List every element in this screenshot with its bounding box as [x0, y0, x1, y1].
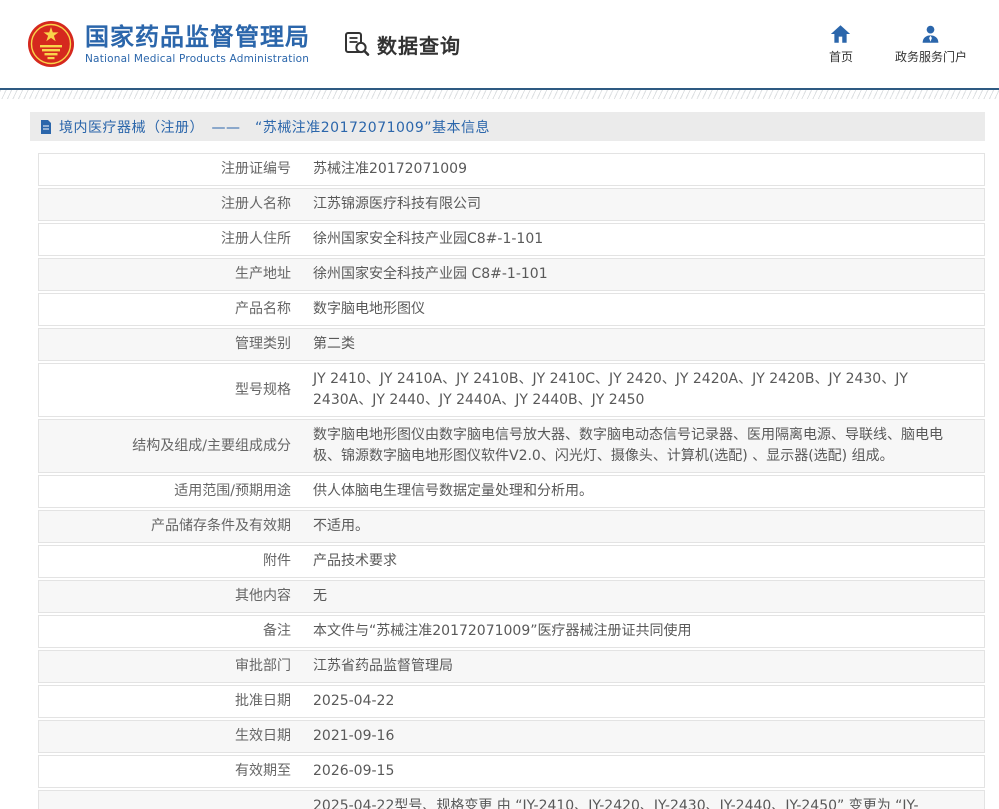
- row-label: 注册证编号: [221, 159, 291, 180]
- table-row: 生产地址 徐州国家安全科技产业园 C8#-1-101: [38, 258, 985, 291]
- row-label: 生效日期: [235, 726, 291, 747]
- row-value: 2026-09-15: [313, 763, 394, 779]
- document-search-icon: [344, 31, 370, 57]
- nav-label-home: 首页: [829, 48, 853, 65]
- org-name-zh: 国家药品监督管理局: [85, 23, 310, 51]
- row-label: 注册人住所: [221, 229, 291, 250]
- row-label: 有效期至: [235, 761, 291, 782]
- row-label: 附件: [263, 551, 291, 572]
- top-nav: 首页 政务服务门户: [817, 24, 967, 65]
- row-label: 生产地址: [235, 264, 291, 285]
- row-label: 适用范围/预期用途: [174, 481, 291, 502]
- row-value: 2025-04-22型号、规格变更 由 “JY-2410、JY-2420、JY-…: [313, 798, 966, 809]
- table-row: 产品名称 数字脑电地形图仪: [38, 293, 985, 326]
- row-value: 数字脑电地形图仪: [313, 301, 425, 317]
- row-label: 审批部门: [235, 656, 291, 677]
- table-row: 变更情况2025-04-22型号、规格变更 由 “JY-2410、JY-2420…: [38, 790, 985, 809]
- table-row: 管理类别 第二类: [38, 328, 985, 361]
- table-row: 注册人名称 江苏锦源医疗科技有限公司: [38, 188, 985, 221]
- row-value: 2021-09-16: [313, 728, 394, 744]
- national-emblem-icon: [28, 21, 74, 67]
- table-row: 备注 本文件与“苏械注准20172071009”医疗器械注册证共同使用: [38, 615, 985, 648]
- row-value: 2025-04-22: [313, 693, 394, 709]
- row-value: 供人体脑电生理信号数据定量处理和分析用。: [313, 483, 593, 499]
- table-row: 产品储存条件及有效期 不适用。: [38, 510, 985, 543]
- row-value: 不适用。: [313, 518, 369, 534]
- table-row: 批准日期 2025-04-22: [38, 685, 985, 718]
- table-row: 其他内容 无: [38, 580, 985, 613]
- nav-item-home[interactable]: 首页: [817, 24, 865, 65]
- user-icon: [920, 24, 941, 44]
- table-row: 有效期至 2026-09-15: [38, 755, 985, 788]
- nav-item-service-portal[interactable]: 政务服务门户: [895, 24, 967, 65]
- row-value: 本文件与“苏械注准20172071009”医疗器械注册证共同使用: [313, 623, 691, 639]
- info-table: 注册证编号苏械注准20172071009注册人名称江苏锦源医疗科技有限公司注册人…: [38, 153, 985, 809]
- row-value: 徐州国家安全科技产业园C8#-1-101: [313, 231, 543, 247]
- row-value: 苏械注准20172071009: [313, 161, 467, 177]
- row-label: 批准日期: [235, 691, 291, 712]
- table-row: 型号规格 JY 2410、JY 2410A、JY 2410B、JY 2410C、J…: [38, 363, 985, 417]
- table-row: 附件 产品技术要求: [38, 545, 985, 578]
- table-row: 注册证编号 苏械注准20172071009: [38, 153, 985, 186]
- page-title: 境内医疗器械（注册） —— “苏械注准20172071009”基本信息: [59, 117, 490, 137]
- data-query-nav[interactable]: 数据查询: [344, 30, 461, 59]
- row-label: 型号规格: [235, 380, 291, 401]
- row-label: 备注: [263, 621, 291, 642]
- table-row: 结构及组成/主要组成成分 数字脑电地形图仪由数字脑电信号放大器、数字脑电动态信号记…: [38, 419, 985, 473]
- row-label: 管理类别: [235, 334, 291, 355]
- site-header: 国家药品监督管理局 National Medical Products Admi…: [0, 0, 999, 88]
- row-label: 其他内容: [235, 586, 291, 607]
- row-label: 结构及组成/主要组成成分: [132, 436, 291, 457]
- row-value: 江苏锦源医疗科技有限公司: [313, 196, 481, 212]
- row-value: JY 2410、JY 2410A、JY 2410B、JY 2410C、JY 24…: [313, 371, 908, 408]
- row-value: 徐州国家安全科技产业园 C8#-1-101: [313, 266, 548, 282]
- row-value: 无: [313, 588, 327, 604]
- nav-label-service-portal: 政务服务门户: [895, 48, 967, 65]
- home-icon: [830, 24, 851, 44]
- row-label: 产品名称: [235, 299, 291, 320]
- row-label: 产品储存条件及有效期: [151, 516, 291, 537]
- table-row: 适用范围/预期用途 供人体脑电生理信号数据定量处理和分析用。: [38, 475, 985, 508]
- row-value: 产品技术要求: [313, 553, 397, 569]
- hatch-pattern-band: [0, 90, 999, 99]
- breadcrumb-wrap: 境内医疗器械（注册） —— “苏械注准20172071009”基本信息: [0, 99, 999, 141]
- document-icon: [40, 120, 52, 134]
- row-value: 数字脑电地形图仪由数字脑电信号放大器、数字脑电动态信号记录器、医用隔离电源、导联…: [313, 427, 943, 464]
- table-row: 审批部门 江苏省药品监督管理局: [38, 650, 985, 683]
- breadcrumb: 境内医疗器械（注册） —— “苏械注准20172071009”基本信息: [30, 112, 985, 141]
- row-value: 第二类: [313, 336, 355, 352]
- row-label: 注册人名称: [221, 194, 291, 215]
- nmpa-logo[interactable]: 国家药品监督管理局 National Medical Products Admi…: [28, 21, 310, 67]
- data-query-label: 数据查询: [377, 30, 461, 59]
- org-name-en: National Medical Products Administration: [85, 53, 310, 65]
- table-row: 注册人住所 徐州国家安全科技产业园C8#-1-101: [38, 223, 985, 256]
- table-row: 生效日期 2021-09-16: [38, 720, 985, 753]
- row-value: 江苏省药品监督管理局: [313, 658, 453, 674]
